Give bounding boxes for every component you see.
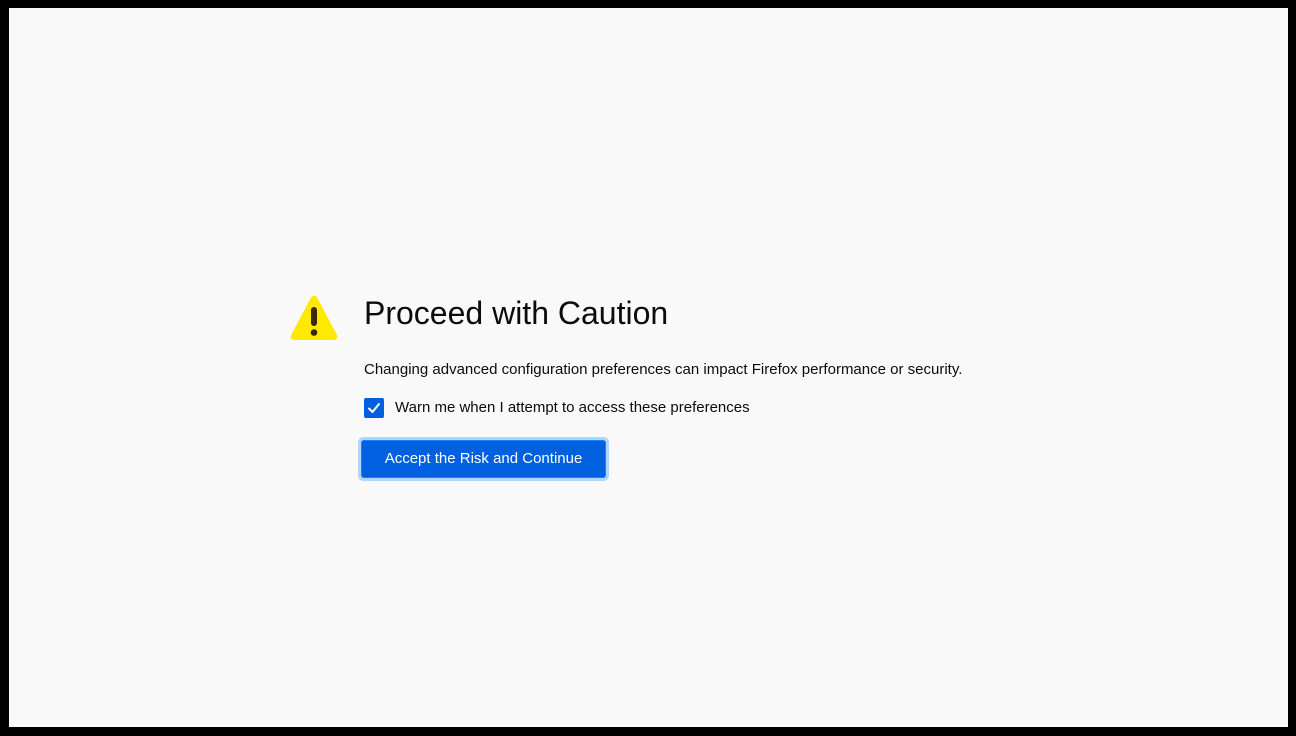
warning-triangle-icon (290, 295, 338, 340)
browser-content-area: Proceed with Caution Changing advanced c… (9, 8, 1288, 727)
accept-risk-button[interactable]: Accept the Risk and Continue (362, 441, 605, 477)
warning-description: Changing advanced configuration preferen… (364, 361, 963, 378)
checkmark-icon (368, 403, 380, 413)
warn-preference-checkbox-row[interactable]: Warn me when I attempt to access these p… (364, 398, 750, 418)
warn-preference-label[interactable]: Warn me when I attempt to access these p… (395, 398, 750, 418)
page-title: Proceed with Caution (364, 295, 669, 331)
warn-preference-checkbox[interactable] (364, 398, 384, 418)
